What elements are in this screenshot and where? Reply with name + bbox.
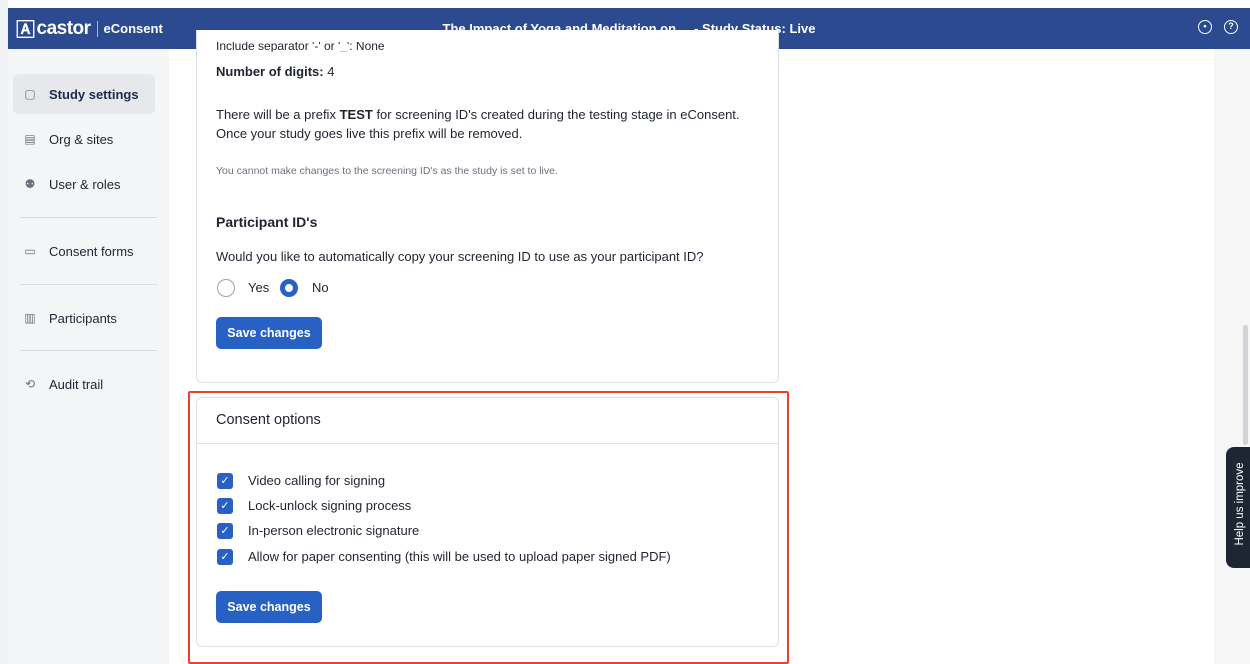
users-icon: ⚉ [24,177,36,191]
radio-no-label: No [312,280,329,295]
sidebar-item-label: Org & sites [49,131,114,147]
radio-yes[interactable] [217,279,235,297]
castor-logo: 🄰 castor [16,15,91,42]
sidebar-item-study-settings[interactable]: ▢ Study settings [13,74,155,114]
castor-logo-icon: 🄰 [16,20,35,41]
prefix-text-a: There will be a prefix [216,107,336,122]
radio-yes-label: Yes [248,280,270,295]
screening-locked-note: You cannot make changes to the screening… [216,165,558,177]
sidebar-item-audit-trail[interactable]: ⟲ Audit trail [13,364,155,404]
digits-value: 4 [327,64,335,79]
sidebar-item-participants[interactable]: ▥ Participants [13,298,155,338]
building-icon: ▤ [24,132,36,146]
info-square-icon: ▢ [24,87,36,101]
sidebar-divider [20,350,157,351]
prefix-info-line-2: Once your study goes live this prefix wi… [216,126,523,141]
sidebar-item-label: User & roles [49,176,121,192]
save-participant-ids-button[interactable]: Save changes [216,317,322,349]
sidebar-divider [20,284,157,285]
sidebar-item-label: Consent forms [49,243,134,259]
sidebar-item-consent-forms[interactable]: ▭ Consent forms [13,231,155,271]
feedback-tab-label: Help us improve [1234,462,1246,546]
user-circle-icon[interactable]: • [1198,20,1212,34]
sidebar-item-label: Audit trail [49,376,104,392]
annotation-highlight-box [188,391,789,664]
brand[interactable]: 🄰 castor eConsent [8,8,168,49]
copy-screening-id-question: Would you like to automatically copy you… [216,249,704,264]
prefix-text-b: for screening ID's created during the te… [376,107,740,122]
history-icon: ⟲ [24,377,36,391]
header-icons: • ? [1198,20,1238,34]
sidebar-divider [20,217,157,218]
prefix-info-line-1: There will be a prefix TEST for screenin… [216,107,740,122]
feedback-tab[interactable]: Help us improve [1226,447,1250,568]
sidebar-item-user-roles[interactable]: ⚉ User & roles [13,164,155,204]
clipboard-icon: ▭ [24,244,36,258]
digits-label: Number of digits: [216,64,324,79]
id-card-icon: ▥ [24,311,36,325]
sidebar-item-org-sites[interactable]: ▤ Org & sites [13,119,155,159]
prefix-word: TEST [339,107,373,122]
brand-divider [96,20,98,37]
sidebar-item-label: Participants [49,310,117,326]
product-name: eConsent [103,21,163,36]
participant-ids-heading: Participant ID's [216,214,318,230]
help-circle-icon[interactable]: ? [1224,20,1238,34]
number-of-digits: Number of digits: 4 [216,64,334,79]
separator-setting-text: Include separator '-' or '_': None [216,42,385,52]
scrollbar-thumb[interactable] [1243,325,1248,445]
radio-no[interactable] [280,279,298,297]
brand-name: castor [36,17,92,39]
window-left-edge [0,0,8,664]
sidebar-item-label: Study settings [49,86,139,102]
